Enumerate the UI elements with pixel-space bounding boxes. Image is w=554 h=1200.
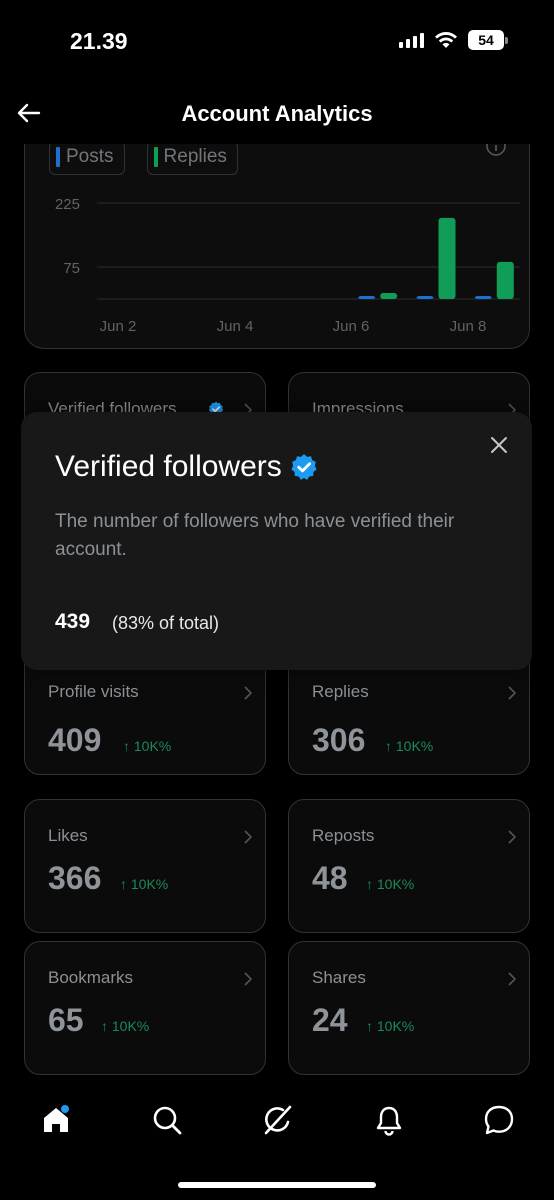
stat-label: Profile visits [48,682,139,701]
legend-posts[interactable]: Posts [49,141,125,175]
bar-replies [380,293,398,299]
bar-replies [496,261,514,299]
stat-card-bookmarks[interactable]: Bookmarks 65 ↑ 10K% [24,941,266,1075]
stat-change: ↑ 10K% [366,876,415,892]
nav-messages[interactable] [479,1100,519,1140]
stat-value: 65 [48,1002,84,1038]
stat-value: 48 [312,860,348,896]
x-tick-label: Jun 2 [100,318,137,335]
chart-card: 225 75 Jun 2 Jun 4 Jun 6 Jun 8 Posts Replies [24,110,530,349]
chevron-right-icon [244,972,253,986]
x-tick-label: Jun 6 [333,318,370,335]
popup-title: Verified followers [55,450,282,483]
status-icons: 54 [399,30,508,50]
stat-card-likes[interactable]: Likes 366 ↑ 10K% [24,799,266,933]
stat-label: Shares [312,968,366,987]
stat-change: ↑ 10K% [366,1018,415,1034]
stat-value: 306 [312,722,366,758]
x-tick-label: Jun 8 [450,318,487,335]
chevron-right-icon [508,686,517,700]
verified-badge-icon [291,454,317,480]
nav-home[interactable] [36,1100,76,1140]
popup-percent: (83% of total) [112,613,220,633]
grok-icon [264,1105,292,1135]
popup-title-row: Verified followers [55,450,318,484]
status-time: 21.39 [70,28,128,54]
wifi-icon [435,32,457,48]
legend-posts-label: Posts [66,146,114,167]
bar-posts [358,296,376,299]
legend-replies[interactable]: Replies [146,141,238,175]
y-tick-label: 225 [55,196,80,213]
stat-label: Likes [48,826,88,845]
header: Account Analytics [0,84,554,144]
bar-posts [416,296,434,299]
legend-replies-label: Replies [163,146,227,167]
chevron-right-icon [244,830,253,844]
bar-posts [474,296,492,299]
nav-search[interactable] [147,1100,187,1140]
verified-followers-popup: Verified followers The number of followe… [21,412,532,670]
chevron-right-icon [508,972,517,986]
stat-card-shares[interactable]: Shares 24 ↑ 10K% [288,941,530,1075]
signal-icon [399,32,424,48]
stat-label: Reposts [312,826,375,845]
nav-notifications[interactable] [369,1100,409,1140]
bottom-nav [0,1080,554,1200]
home-indicator [178,1182,376,1188]
messages-icon [484,1105,514,1135]
popup-description: The number of followers who have verifie… [55,511,455,560]
page-title: Account Analytics [181,101,373,126]
chart-legend: Posts Replies [49,141,238,175]
stat-label: Bookmarks [48,968,134,987]
stat-value: 366 [48,860,102,896]
close-icon[interactable] [490,436,508,454]
stat-value: 409 [48,722,102,758]
stat-change: ↑ 10K% [101,1018,150,1034]
battery-icon: 54 [468,30,508,50]
stat-value: 24 [312,1002,348,1038]
stat-card-reposts[interactable]: Reposts 48 ↑ 10K% [288,799,530,933]
stat-change: ↑ 10K% [123,738,172,754]
y-tick-label: 75 [63,260,80,277]
stat-label: Replies [312,682,369,701]
stat-change: ↑ 10K% [385,738,434,754]
chevron-right-icon [508,830,517,844]
home-icon [44,1105,69,1132]
battery-level: 54 [468,30,504,50]
stat-change: ↑ 10K% [120,876,169,892]
search-icon [153,1106,182,1135]
status-bar: 21.39 54 [0,0,554,80]
notifications-icon [376,1106,402,1136]
chevron-right-icon [244,686,253,700]
bar-replies [438,217,456,299]
nav-grok[interactable] [258,1100,298,1140]
x-tick-label: Jun 4 [217,318,254,335]
popup-value: 439 [55,610,91,633]
